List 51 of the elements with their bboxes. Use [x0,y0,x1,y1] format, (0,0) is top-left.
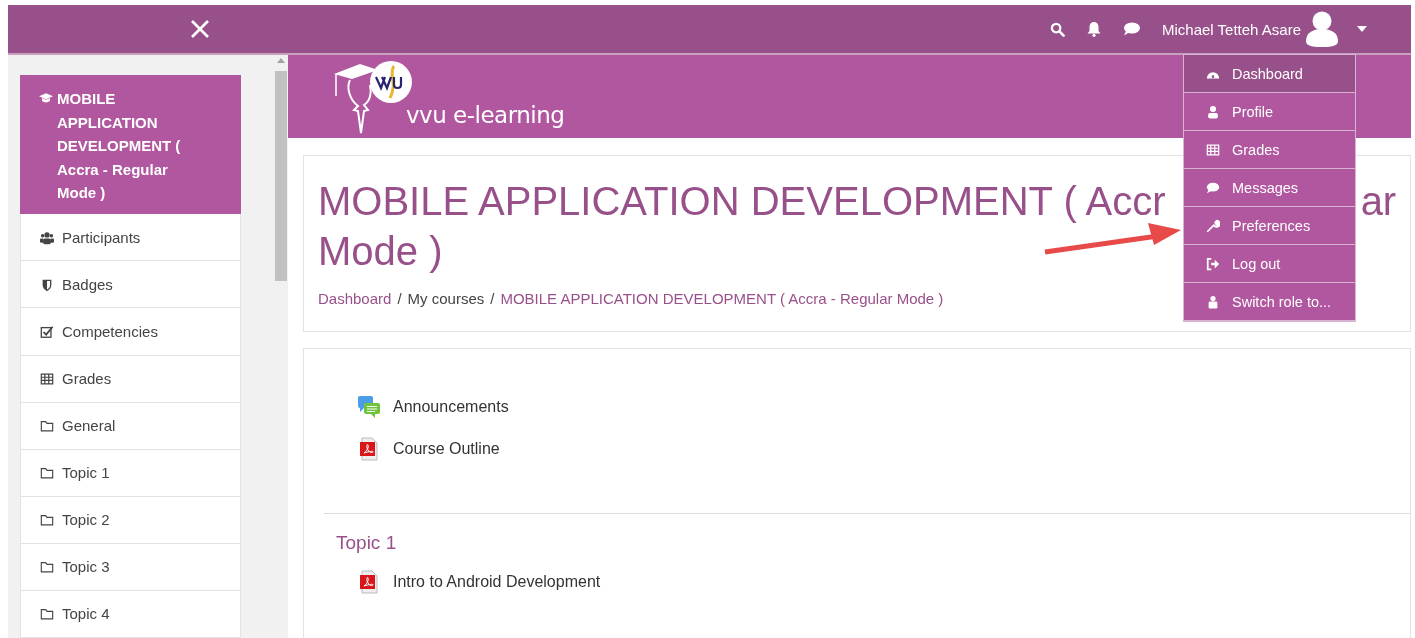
folder-icon [40,607,54,622]
table-icon [1206,142,1220,157]
folder-icon [40,560,54,575]
site-name: vvu e-learning [406,102,565,128]
scrollbar-thumb[interactable] [275,71,287,281]
search-icon[interactable] [1050,21,1065,37]
sidebar-item[interactable]: Topic 4 [20,590,241,638]
sidebar-item[interactable]: Grades [20,355,241,403]
sidebar-item[interactable]: Badges [20,261,241,309]
folder-icon [40,466,54,481]
breadcrumb-link[interactable]: MOBILE APPLICATION DEVELOPMENT ( Accra - Regular Mode ) [500,290,944,307]
shield-icon [40,277,54,292]
pdf-file-icon [357,437,381,461]
sidebar-item[interactable]: General [20,402,241,450]
user-icon [1206,104,1220,119]
activity-link[interactable]: Intro to Android Development [393,573,601,591]
caret-icon[interactable] [1357,26,1367,32]
people-icon [40,230,54,245]
user-name[interactable]: Michael Tetteh Asare [1162,20,1301,38]
page-heading: Mode ) [318,229,443,273]
chat-bubbles-icon [357,395,381,419]
avatar-icon[interactable] [1305,11,1339,47]
sidebar-item[interactable]: Topic 1 [20,449,241,497]
breadcrumb-separator: / [490,290,495,307]
breadcrumb-separator: / [397,290,402,307]
sidebar-item[interactable]: Topic 3 [20,543,241,591]
sidebar-item[interactable]: Topic 2 [20,496,241,544]
folder-icon [40,513,54,528]
sidebar-item[interactable]: Competencies [20,308,241,356]
sidebar-item[interactable]: Participants [20,214,241,262]
activity-link[interactable]: Course Outline [393,440,500,458]
sidebar-item[interactable]: MOBILE APPLICATION DEVELOPMENT ( Accra - Regular Mode ) [20,75,241,215]
checkbox-icon [40,324,54,339]
menu-item[interactable]: Dashboard [1184,55,1355,93]
page-heading: MOBILE APPLICATION DEVELOPMENT ( Accr [318,178,1166,225]
pdf-file-icon [357,570,381,594]
speech-bubble-icon[interactable] [1123,22,1140,36]
activity-link[interactable]: Announcements [393,398,509,416]
breadcrumb-item[interactable]: My courses [407,290,485,307]
folder-icon [40,419,54,434]
user-switch-icon [1206,294,1220,309]
graduation-cap-icon [39,91,53,105]
logout-icon [1206,256,1220,271]
section-title: Topic 1 [336,532,398,554]
bell-icon[interactable] [1087,21,1101,37]
breadcrumb-link[interactable]: Dashboard [318,290,392,307]
table-icon [40,372,54,386]
close-icon [190,19,210,39]
speech-bubble-icon [1206,180,1220,195]
page-heading: ar [1360,178,1397,225]
wrench-icon [1206,218,1220,233]
